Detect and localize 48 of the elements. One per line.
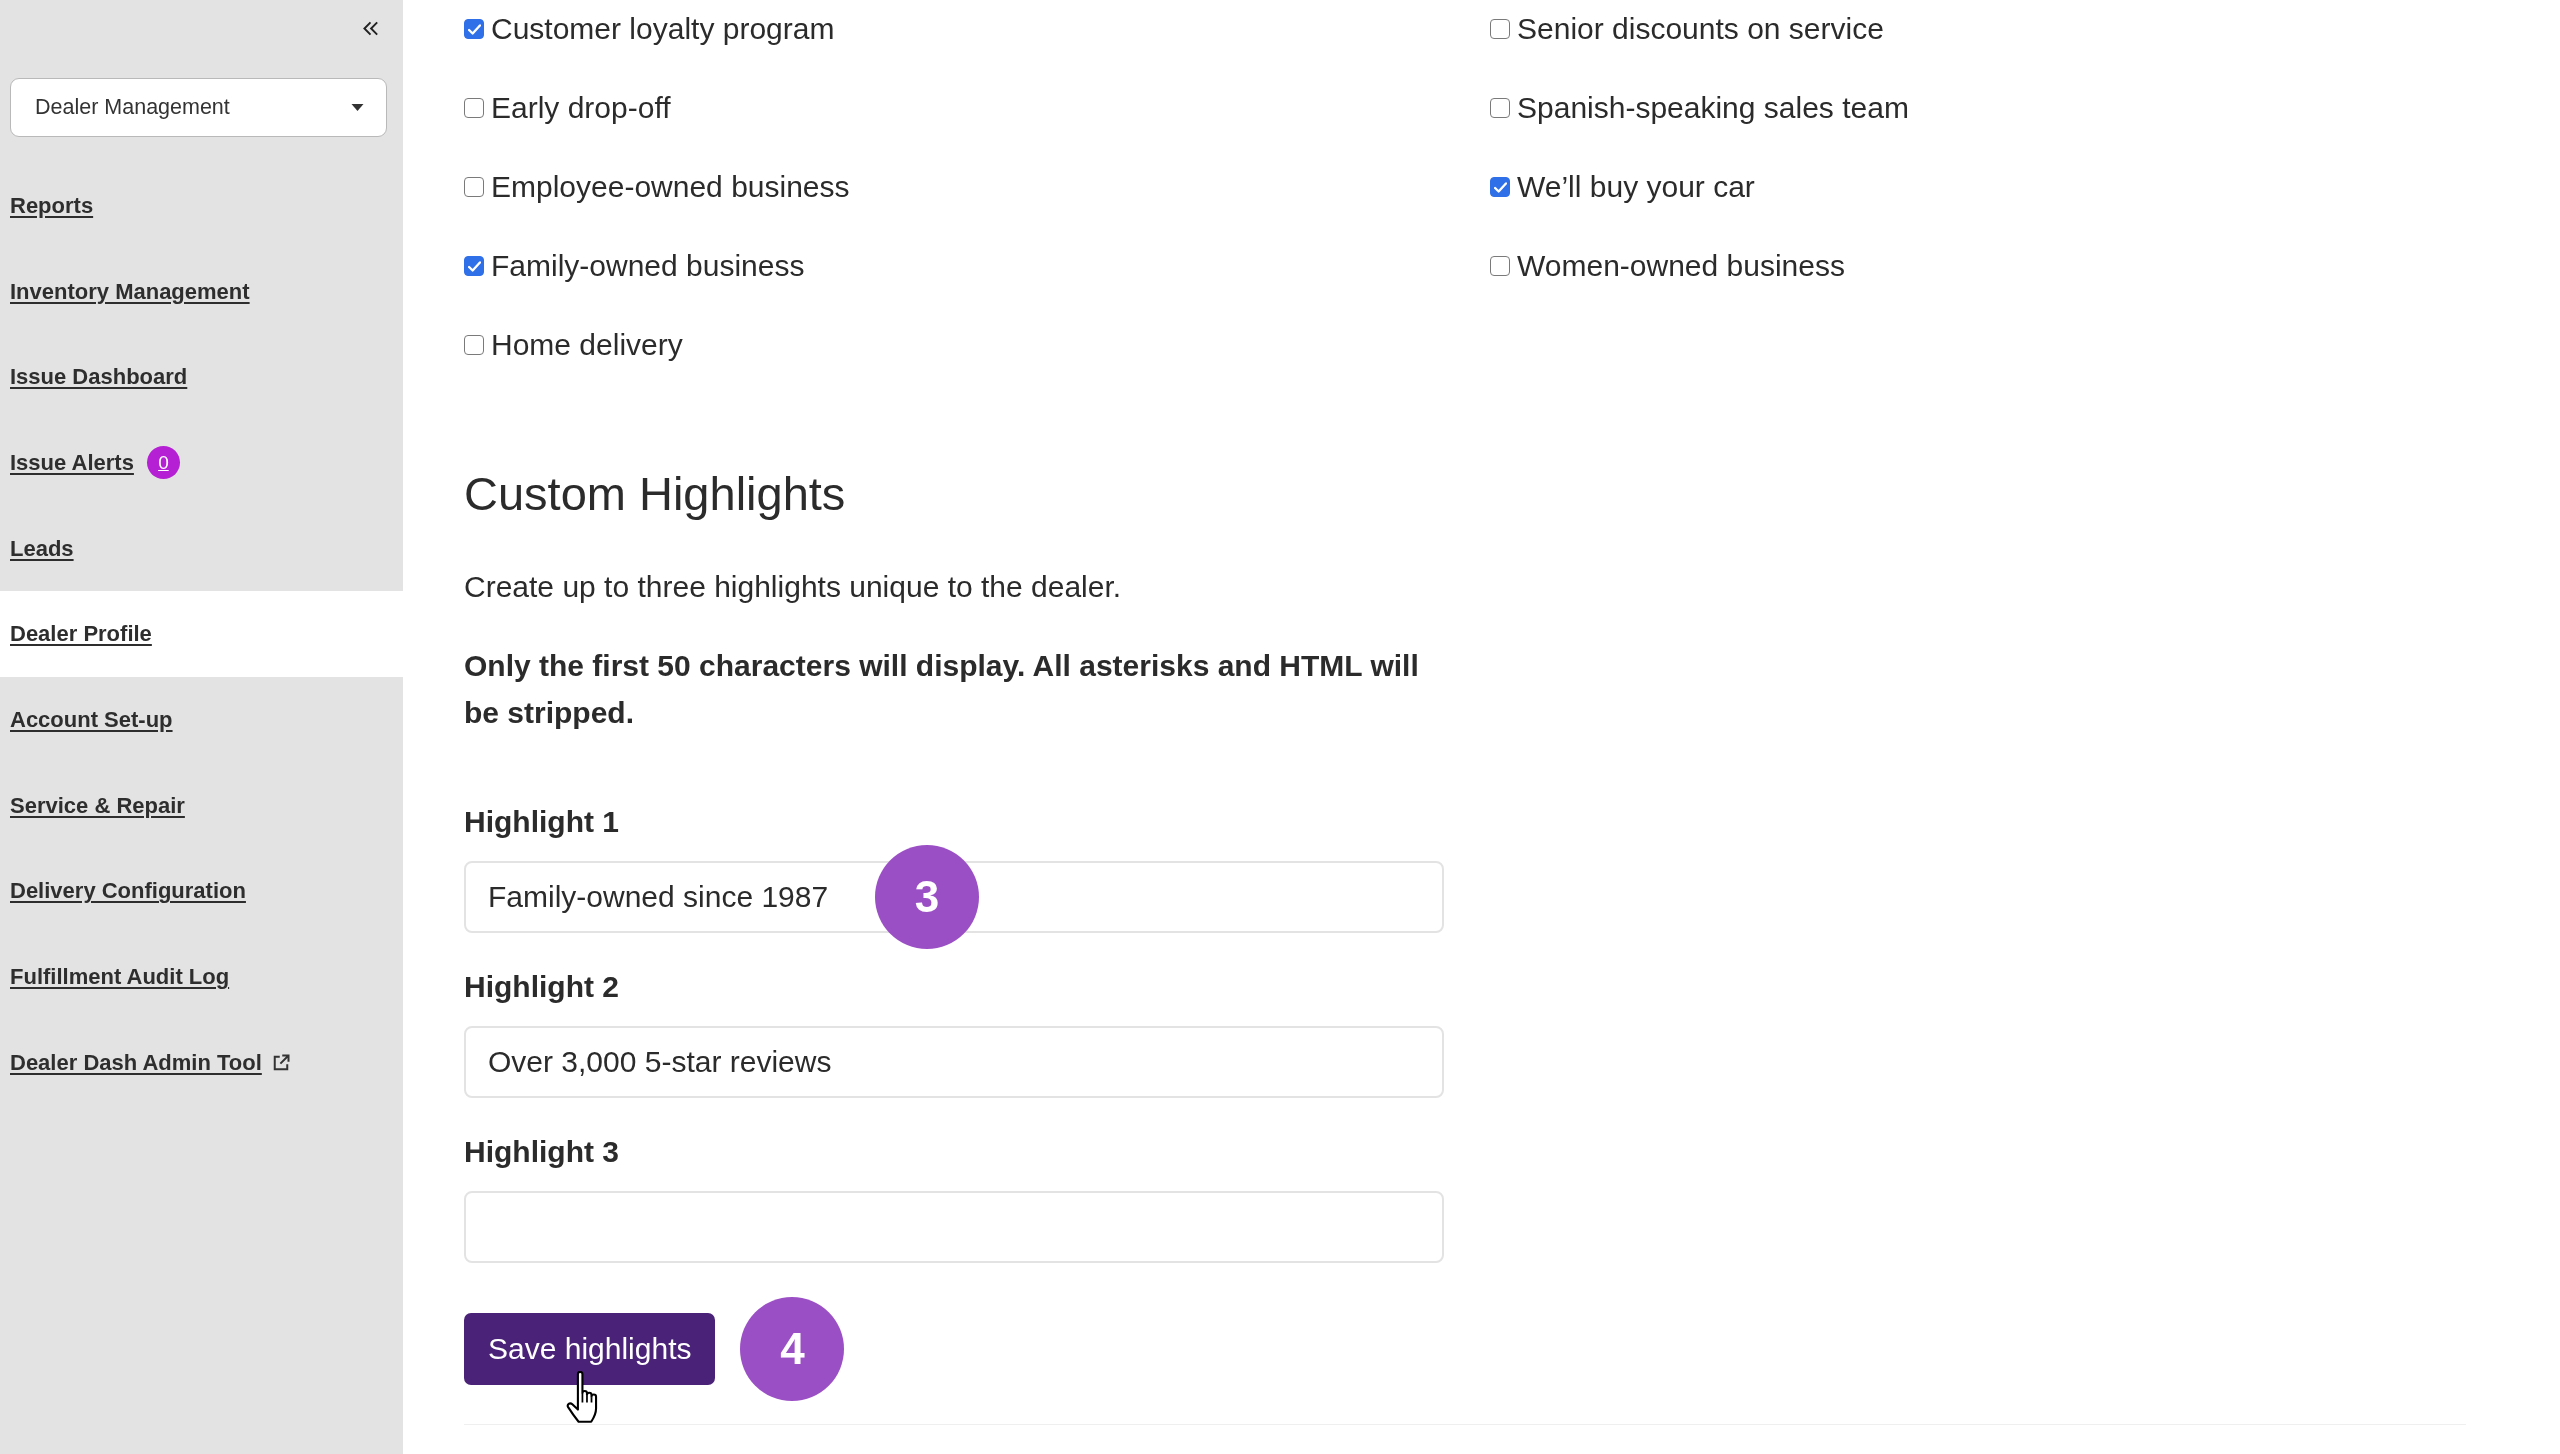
count-badge: 0 xyxy=(146,446,180,480)
nav-link[interactable]: Fulfillment Audit Log xyxy=(10,964,230,991)
field-label: Highlight 3 xyxy=(464,1134,619,1170)
checkbox-label: Employee-owned business xyxy=(491,170,850,204)
save-button[interactable]: Save highlights xyxy=(464,1313,716,1385)
checkbox-label: Early drop-off xyxy=(491,91,671,125)
checkbox[interactable] xyxy=(1490,256,1510,276)
checkbox-label: Home delivery xyxy=(491,328,683,362)
nav-link[interactable]: Service & Repair xyxy=(10,792,185,819)
hand-cursor-icon xyxy=(565,1371,599,1423)
checkmark-icon xyxy=(467,23,481,35)
checkbox[interactable] xyxy=(1490,98,1510,118)
note-text: Only the first 50 characters will display. All asterisks and HTML will be stripped. xyxy=(464,648,1420,731)
dropdown[interactable]: Dealer Management xyxy=(10,78,387,137)
checkbox[interactable] xyxy=(1490,177,1510,197)
step-marker: 3 xyxy=(875,845,979,949)
step-marker: 4 xyxy=(740,1297,845,1401)
nav-link[interactable]: Account Set-up xyxy=(10,706,173,733)
nav-link[interactable]: Dealer Dash Admin Tool xyxy=(10,1049,291,1076)
checkbox[interactable] xyxy=(464,177,484,197)
caret-icon xyxy=(351,104,364,111)
nav-link[interactable]: Dealer Profile xyxy=(10,621,152,648)
text-input[interactable]: Over 3,000 5-star reviews xyxy=(464,1026,1444,1098)
checkbox-label: Family-owned business xyxy=(491,249,805,283)
nav-link[interactable]: Delivery Configuration xyxy=(10,878,246,905)
checkbox-label: Women-owned business xyxy=(1517,249,1845,283)
nav-link[interactable]: Issue Alerts xyxy=(10,449,134,476)
checkbox[interactable] xyxy=(1490,19,1510,39)
nav-link[interactable]: Inventory Management xyxy=(10,278,250,305)
checkbox[interactable] xyxy=(464,98,484,118)
checkmark-icon xyxy=(467,260,481,272)
intro-text: Create up to three highlights unique to the dealer. xyxy=(464,569,1122,605)
double-chevron-left-icon[interactable] xyxy=(362,21,379,36)
checkbox[interactable] xyxy=(464,19,484,39)
checkbox-label: We’ll buy your car xyxy=(1517,170,1755,204)
checkmark-icon xyxy=(1493,181,1507,193)
field-label: Highlight 2 xyxy=(464,969,619,1005)
checkbox-label: Customer loyalty program xyxy=(491,12,835,46)
field-label: Highlight 1 xyxy=(464,804,619,840)
checkbox-label: Spanish-speaking sales team xyxy=(1517,91,1909,125)
checkbox[interactable] xyxy=(464,256,484,276)
nav-link[interactable]: Leads xyxy=(10,535,74,562)
section-heading: Custom Highlights xyxy=(464,466,846,522)
nav-link[interactable]: Reports xyxy=(10,192,94,219)
text-input[interactable] xyxy=(464,1191,1444,1263)
nav-link[interactable]: Issue Dashboard xyxy=(10,364,188,391)
checkbox-label: Senior discounts on service xyxy=(1517,12,1884,46)
checkbox[interactable] xyxy=(464,335,484,355)
